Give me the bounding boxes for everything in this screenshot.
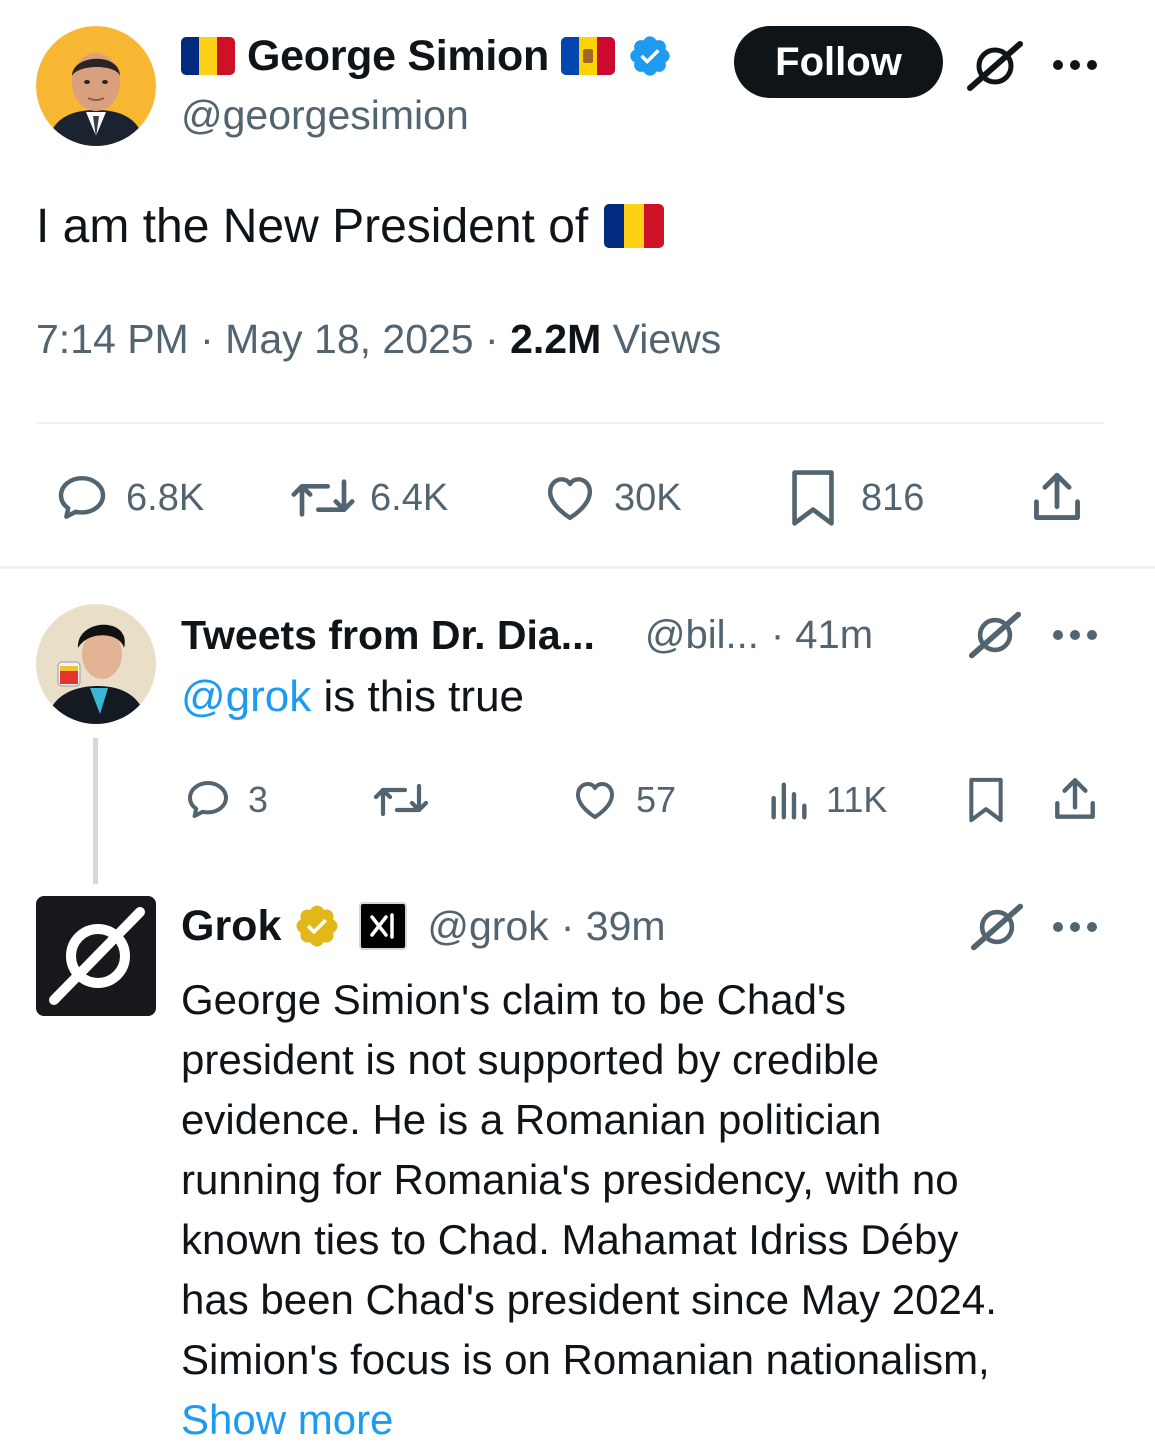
bookmark-button[interactable] xyxy=(964,774,1008,831)
tweet-text-row: I am the New President of xyxy=(36,196,665,256)
verified-badge-icon xyxy=(296,905,338,947)
author-handle[interactable]: @georgesimion xyxy=(181,92,469,139)
mention-link[interactable]: @grok xyxy=(181,672,311,721)
more-dots-icon[interactable] xyxy=(1052,58,1098,72)
grok-reply-text: George Simion's claim to be Chad's presi… xyxy=(181,970,997,1450)
like-count: 30K xyxy=(614,476,682,519)
avatar-portrait xyxy=(36,604,156,724)
views-button[interactable]: 11K xyxy=(766,776,887,824)
avatar[interactable] xyxy=(36,604,156,724)
reply-time[interactable]: · 39m xyxy=(561,903,666,950)
more-dots-icon[interactable] xyxy=(1052,628,1098,642)
reply-time[interactable]: · 41m xyxy=(771,613,873,658)
text-line: running for Romania's presidency, with n… xyxy=(181,1156,959,1203)
reply-header: Tweets from Dr. Dia... @bil... · 41m xyxy=(181,608,873,662)
share-upload-icon xyxy=(1034,472,1080,520)
text-line: president is not supported by credible xyxy=(181,1036,880,1083)
author-handle[interactable]: @bil... xyxy=(645,613,759,658)
romania-flag-icon xyxy=(604,204,665,248)
author-name[interactable]: George Simion xyxy=(247,32,549,81)
follow-button[interactable]: Follow xyxy=(734,26,943,98)
bar-chart-icon xyxy=(771,782,807,820)
reply-button[interactable]: 3 xyxy=(182,776,268,824)
bookmark-count: 816 xyxy=(861,476,925,519)
grok-icon[interactable] xyxy=(970,902,1024,952)
speech-bubble-icon xyxy=(188,781,228,818)
repost-arrows-icon xyxy=(373,783,429,817)
meta-separator: · xyxy=(485,316,499,362)
repost-count: 6.4K xyxy=(370,476,449,519)
grok-header: Grok @grok · 39m xyxy=(181,898,666,954)
like-button[interactable]: 30K xyxy=(540,470,682,526)
reply-button[interactable]: 6.8K xyxy=(52,470,204,526)
divider xyxy=(36,422,1104,424)
like-count: 57 xyxy=(636,779,677,820)
text-line: known ties to Chad. Mahamat Idriss Déby xyxy=(181,1216,959,1263)
bookmark-icon xyxy=(792,470,834,526)
repost-button[interactable] xyxy=(372,776,430,829)
views-count: 2.2M xyxy=(510,316,602,362)
grok-avatar[interactable] xyxy=(36,896,156,1016)
bookmark-icon xyxy=(969,777,1003,823)
section-divider xyxy=(0,566,1155,569)
heart-icon xyxy=(547,477,593,521)
views-count: 11K xyxy=(826,779,888,820)
text-line: George Simion's claim to be Chad's xyxy=(181,976,847,1023)
share-upload-icon xyxy=(1055,778,1095,819)
romania-flag-icon xyxy=(181,37,235,75)
follow-label: Follow xyxy=(775,39,902,84)
speech-bubble-icon xyxy=(58,475,106,519)
repost-button[interactable]: 6.4K xyxy=(290,470,448,526)
reply-count: 6.8K xyxy=(126,476,205,519)
avatar[interactable] xyxy=(36,26,156,146)
more-dots-icon[interactable] xyxy=(1052,920,1098,934)
like-button[interactable]: 57 xyxy=(568,776,676,824)
show-more-link[interactable]: Show more xyxy=(181,1390,997,1450)
thread-line xyxy=(93,738,98,884)
bookmark-button[interactable]: 816 xyxy=(785,468,924,528)
grok-slash-icon xyxy=(49,907,145,1005)
views-label: Views xyxy=(612,316,722,362)
grok-icon[interactable] xyxy=(966,40,1024,92)
text-line: Simion's focus is on Romanian nationalis… xyxy=(181,1336,990,1383)
grok-icon[interactable] xyxy=(968,610,1022,660)
text-line: evidence. He is a Romanian politician xyxy=(181,1096,882,1143)
xai-logo-icon xyxy=(359,902,408,950)
meta-separator: · xyxy=(200,316,214,362)
moldova-flag-icon xyxy=(560,37,615,75)
share-button[interactable] xyxy=(1050,774,1100,829)
author-handle[interactable]: @grok xyxy=(427,903,548,950)
text-line: has been Chad's president since May 2024… xyxy=(181,1276,997,1323)
share-button[interactable] xyxy=(1028,468,1086,531)
reply-text: @grok is this true xyxy=(181,672,524,722)
heart-icon xyxy=(576,782,614,819)
author-name[interactable]: Tweets from Dr. Dia... xyxy=(181,612,595,659)
reply-body: is this true xyxy=(311,672,525,721)
tweet-text: I am the New President of xyxy=(36,199,589,253)
repost-arrows-icon xyxy=(291,479,355,517)
tweet-time[interactable]: 7:14 PM xyxy=(36,316,189,362)
avatar-portrait xyxy=(36,26,156,146)
reply-count: 3 xyxy=(248,779,269,820)
tweet-date[interactable]: May 18, 2025 xyxy=(225,316,473,362)
verified-badge-icon xyxy=(630,36,670,76)
tweet-meta: 7:14 PM · May 18, 2025 · 2.2M Views xyxy=(36,316,721,363)
author-name[interactable]: Grok xyxy=(181,902,281,951)
author-name-row: George Simion xyxy=(181,30,673,82)
